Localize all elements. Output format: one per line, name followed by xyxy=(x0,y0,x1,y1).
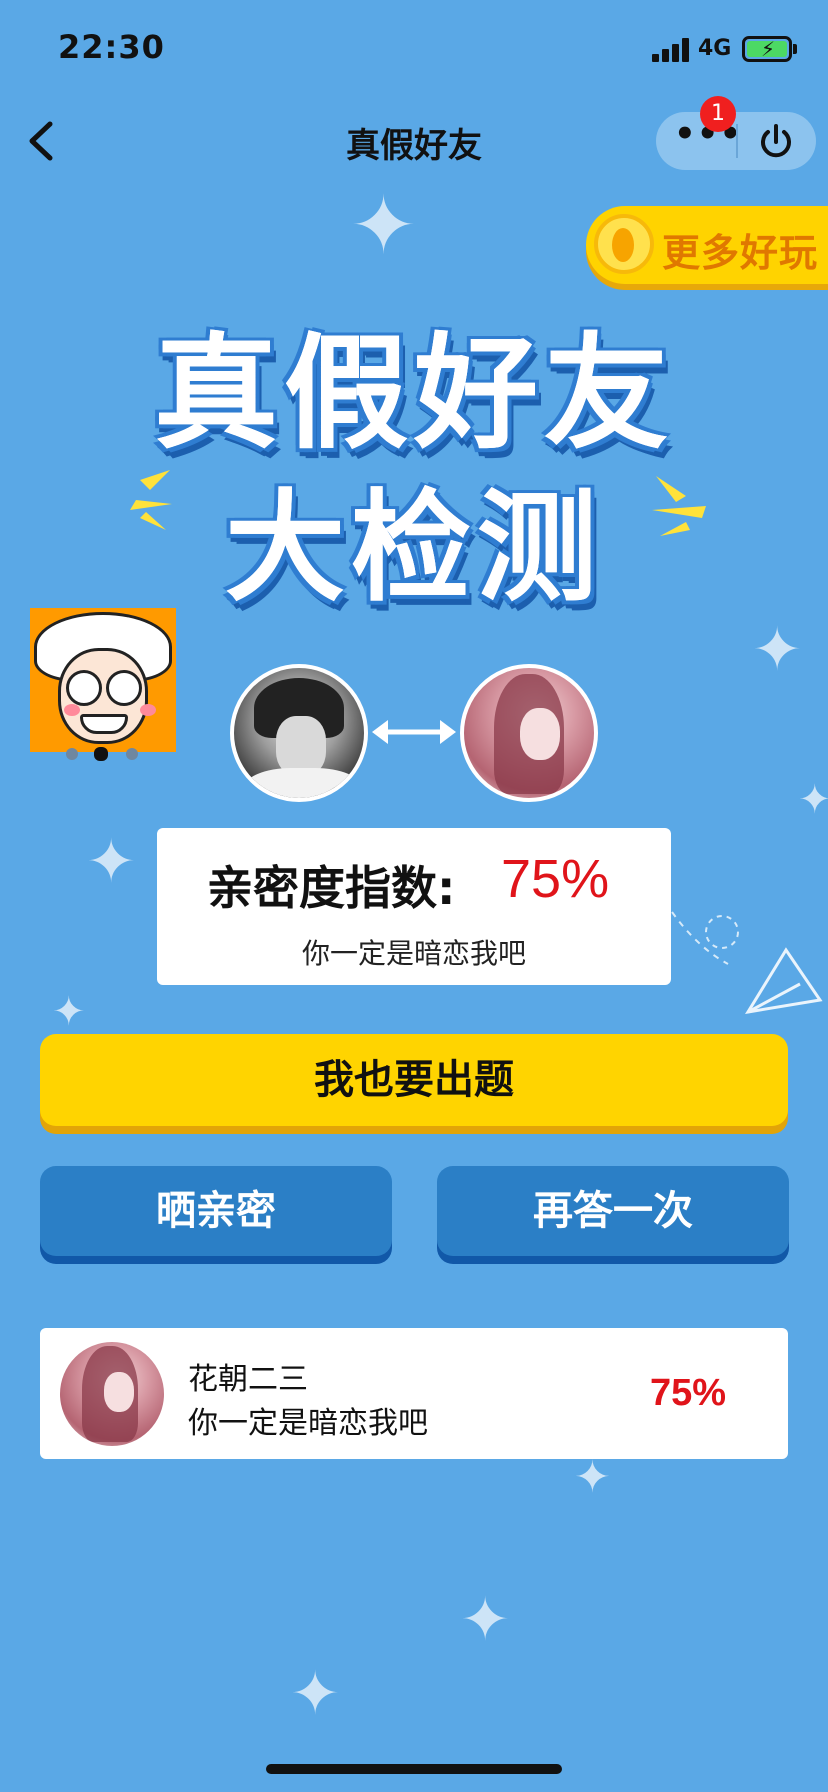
more-fun-label: 更多好玩 xyxy=(662,231,819,275)
answer-again-button[interactable]: 再答一次 xyxy=(437,1166,789,1256)
coin-icon xyxy=(594,214,654,274)
sticker-cheek xyxy=(140,704,156,716)
power-icon[interactable] xyxy=(756,122,796,162)
pager-dot[interactable] xyxy=(126,748,138,760)
record-name: 花朝二三 xyxy=(188,1362,308,1397)
signal-icon xyxy=(652,38,690,62)
avatar-face xyxy=(520,708,560,760)
sparkle-icon: ✦ xyxy=(86,827,137,897)
intimacy-label: 亲密度指数: xyxy=(207,861,456,915)
sticker-mouth xyxy=(80,714,128,734)
avatar-face xyxy=(276,716,326,776)
mini-program-capsule: ••• xyxy=(656,112,816,170)
home-indicator[interactable] xyxy=(266,1764,562,1774)
sparkle-icon: ✦ xyxy=(52,989,86,1035)
avatar-face xyxy=(104,1372,134,1412)
avatar-shirt xyxy=(244,768,362,798)
cartoon-old-man-avatar[interactable] xyxy=(30,608,176,752)
sparkle-icon: ✦ xyxy=(290,1659,341,1729)
record-score: 75% xyxy=(650,1372,727,1414)
capsule-divider xyxy=(736,124,738,158)
create-quiz-button[interactable]: 我也要出题 xyxy=(40,1034,788,1126)
list-item[interactable]: 花朝二三 你一定是暗恋我吧 75% xyxy=(40,1328,788,1459)
pager-dot[interactable] xyxy=(66,748,78,760)
battery-tip xyxy=(793,44,797,54)
sparkle-icon: ✦ xyxy=(574,1452,611,1503)
sticker-eye xyxy=(66,670,102,706)
status-time: 22:30 xyxy=(58,28,165,66)
hero-title-line1: 真假好友 xyxy=(153,322,674,466)
burst-right-icon xyxy=(652,476,706,536)
battery-charging-icon: ⚡ xyxy=(742,36,792,62)
sparkle-icon: ✦ xyxy=(460,1585,511,1655)
share-intimacy-button[interactable]: 晒亲密 xyxy=(40,1166,392,1256)
friend-avatar xyxy=(460,664,598,802)
sparkle-icon: ✦ xyxy=(752,615,803,685)
sparkle-icon: ✦ xyxy=(798,777,828,823)
sparkle-icon: ✦ xyxy=(350,179,418,272)
double-arrow-icon xyxy=(372,720,456,744)
my-avatar xyxy=(230,664,368,802)
avatar xyxy=(60,1342,164,1446)
network-label: 4G xyxy=(698,36,732,61)
pager-dot-active[interactable] xyxy=(94,747,108,761)
sticker-pager xyxy=(66,746,150,762)
notification-badge: 1 xyxy=(700,96,736,132)
more-fun-button[interactable]: 更多好玩 xyxy=(586,206,828,284)
intimacy-score-card: 亲密度指数: 75% 你一定是暗恋我吧 xyxy=(157,828,671,985)
intimacy-value: 75% xyxy=(501,849,610,909)
paper-plane-icon xyxy=(671,911,823,1015)
record-message: 你一定是暗恋我吧 xyxy=(188,1406,428,1441)
intimacy-message: 你一定是暗恋我吧 xyxy=(301,937,526,970)
sticker-cheek xyxy=(64,704,80,716)
burst-left-icon xyxy=(130,470,172,530)
sticker-eye xyxy=(106,670,142,706)
